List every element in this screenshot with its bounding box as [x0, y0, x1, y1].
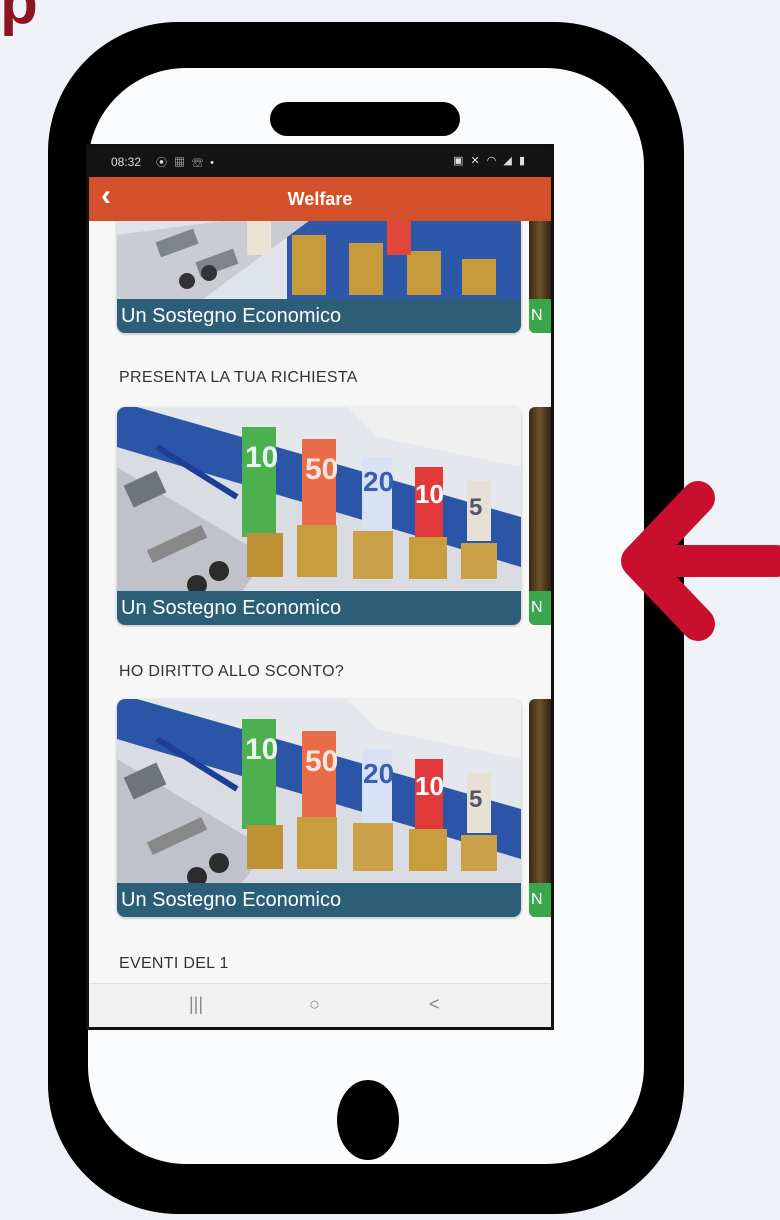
svg-text:10: 10	[415, 479, 444, 509]
home-button[interactable]	[337, 1080, 399, 1160]
notification-icons: ⦿ ▦ ☏ •	[156, 157, 217, 169]
card-caption: Un Sostegno Economico	[117, 299, 521, 333]
phone-screen: 08:32 ⦿ ▦ ☏ • ▣ ✕ ◠ ◢ ▮ ‹ Welfare Un Sos…	[86, 144, 554, 1030]
app-bar: ‹ Welfare	[89, 177, 551, 221]
svg-text:5: 5	[469, 786, 482, 813]
svg-text:20: 20	[363, 466, 394, 497]
peek-card-1[interactable]: N	[529, 221, 551, 333]
section-title-sconto: HO DIRITTO ALLO SCONTO?	[119, 663, 345, 680]
recent-apps-icon[interactable]: |||	[189, 994, 203, 1015]
system-navigation-bar: ||| ○ <	[89, 983, 551, 1027]
card-sostegno-3[interactable]: 10 50 20 10 5 Un Sostegno Economico	[117, 699, 521, 917]
svg-text:50: 50	[305, 745, 338, 778]
svg-text:50: 50	[305, 453, 338, 486]
peek-card-2[interactable]: N	[529, 407, 551, 625]
card-caption: Un Sostegno Economico	[117, 883, 521, 917]
peek-caption: N	[529, 299, 551, 333]
status-bar: 08:32 ⦿ ▦ ☏ • ▣ ✕ ◠ ◢ ▮	[89, 147, 551, 177]
arrow-left-icon	[621, 481, 780, 641]
peek-caption: N	[529, 591, 551, 625]
corner-title-fragment: p	[0, 0, 38, 37]
speaker-slot	[270, 102, 460, 136]
peek-caption: N	[529, 883, 551, 917]
card-sostegno-1[interactable]: Un Sostegno Economico	[117, 221, 521, 333]
svg-text:10: 10	[415, 771, 444, 801]
section-title-eventi: EVENTI DEL 1	[119, 955, 229, 972]
status-time: 08:32	[111, 155, 142, 169]
section-title-presenta: PRESENTA LA TUA RICHIESTA	[119, 369, 358, 386]
nav-back-icon[interactable]: <	[429, 994, 440, 1015]
home-circle-icon[interactable]: ○	[309, 994, 320, 1015]
svg-text:10: 10	[245, 733, 278, 766]
svg-text:20: 20	[363, 758, 394, 789]
svg-text:5: 5	[469, 494, 482, 521]
card-sostegno-2[interactable]: 10 50 20 10 5 Un Sostegno Economico	[117, 407, 521, 625]
system-status-icons: ▣ ✕ ◠ ◢ ▮	[453, 155, 527, 167]
page-title: Welfare	[287, 189, 353, 209]
card-caption: Un Sostegno Economico	[117, 591, 521, 625]
svg-text:10: 10	[245, 441, 278, 474]
scroll-content[interactable]: Un Sostegno Economico N PRESENTA LA TUA …	[89, 221, 551, 983]
peek-card-3[interactable]: N	[529, 699, 551, 917]
